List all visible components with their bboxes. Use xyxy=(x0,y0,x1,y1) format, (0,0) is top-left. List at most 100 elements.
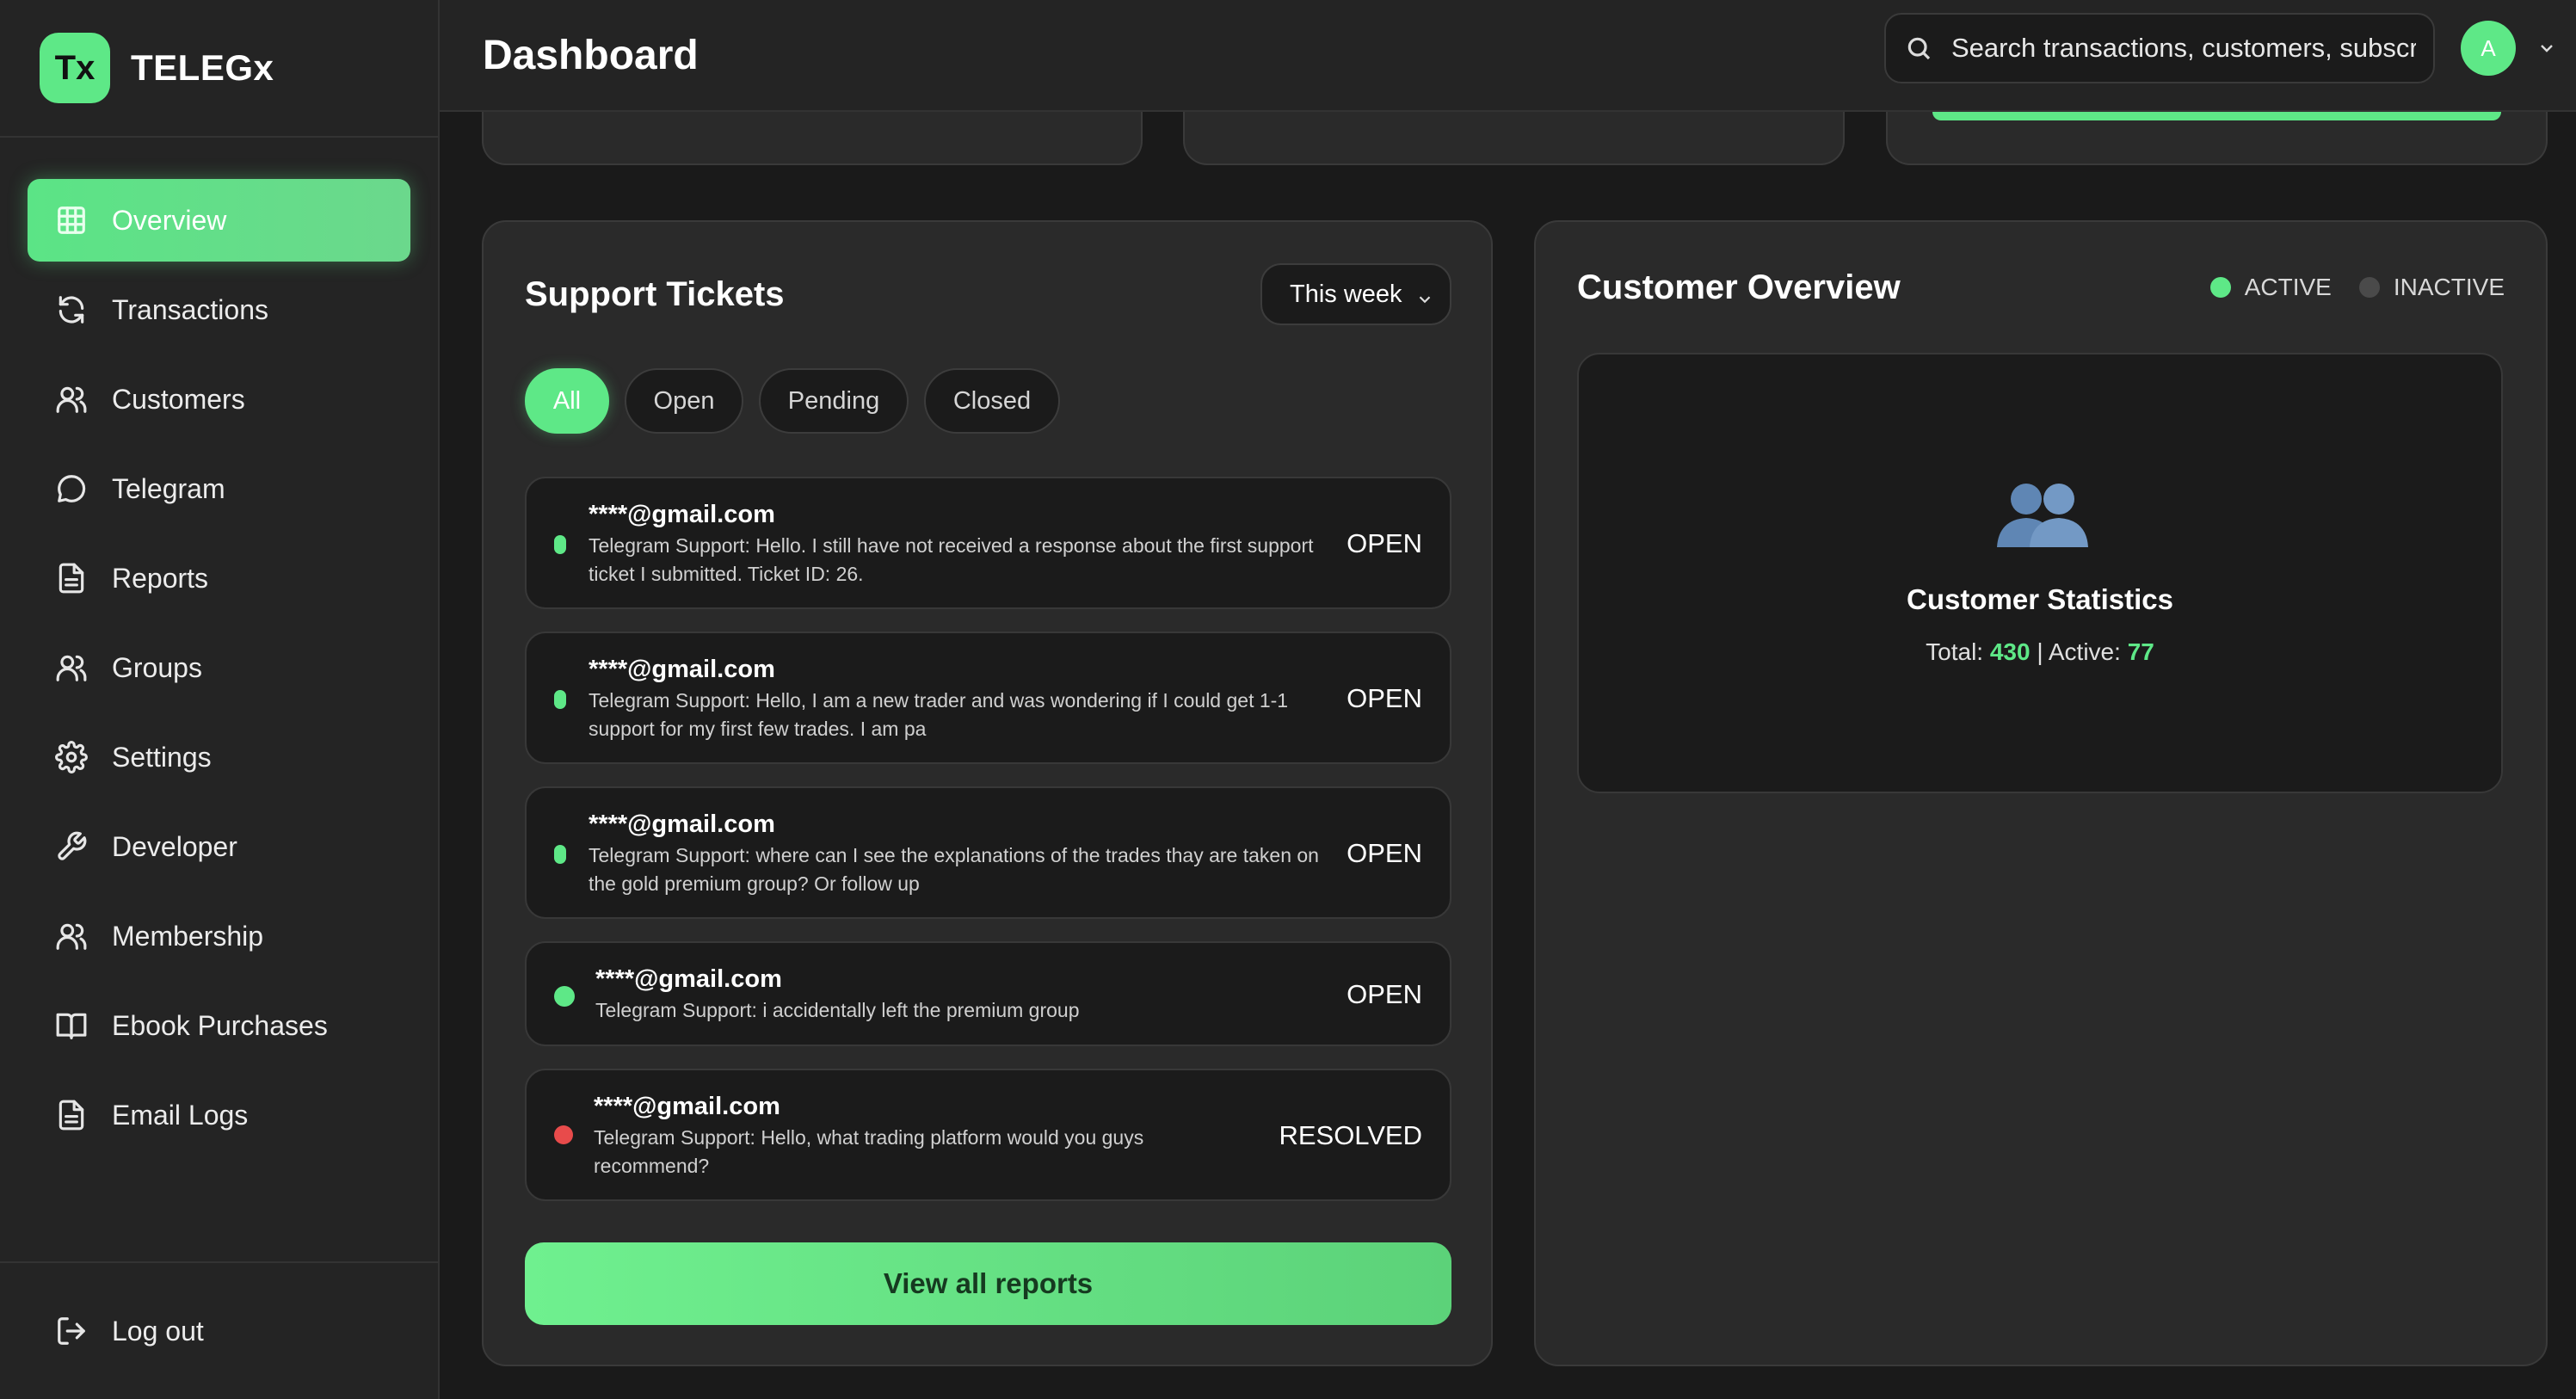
filter-all[interactable]: All xyxy=(525,368,609,434)
sidebar-item-ebook-purchases[interactable]: Ebook Purchases xyxy=(28,984,410,1067)
card-action-button[interactable] xyxy=(1932,112,2501,120)
ticket-status: RESOLVED xyxy=(1279,1120,1422,1150)
sidebar-item-overview[interactable]: Overview xyxy=(28,179,410,262)
ticket-email: ****@gmail.com xyxy=(589,501,775,528)
ticket-email: ****@gmail.com xyxy=(589,810,775,838)
sidebar-item-transactions[interactable]: Transactions xyxy=(28,268,410,351)
status-dot xyxy=(554,1125,573,1144)
inactive-dot xyxy=(2358,277,2380,298)
sidebar-footer: Log out xyxy=(0,1261,438,1399)
users-icon xyxy=(55,920,88,952)
gear-icon xyxy=(55,741,88,773)
ticket-message: Telegram Support: where can I see the ex… xyxy=(589,844,1319,895)
chevron-down-icon[interactable] xyxy=(2536,38,2557,59)
refresh-icon xyxy=(55,293,88,326)
sidebar-item-email-logs[interactable]: Email Logs xyxy=(28,1074,410,1156)
ticket-status: OPEN xyxy=(1347,979,1422,1009)
stats-line: Total: 430 | Active: 77 xyxy=(1579,638,2501,666)
document-icon xyxy=(55,1099,88,1131)
sidebar-item-label: Settings xyxy=(112,741,212,773)
people-icon xyxy=(1997,484,2088,547)
chevron-down-icon xyxy=(1415,287,1434,306)
sidebar-item-developer[interactable]: Developer xyxy=(28,805,410,888)
sidebar-item-label: Email Logs xyxy=(112,1099,249,1131)
sidebar-item-reports[interactable]: Reports xyxy=(28,537,410,619)
active-label: Active: xyxy=(2048,638,2121,665)
ticket-filters: All Open Pending Closed xyxy=(525,368,1075,434)
filter-closed[interactable]: Closed xyxy=(924,368,1060,434)
sidebar-item-label: Overview xyxy=(112,204,227,236)
ticket-item[interactable]: ****@gmail.com Telegram Support: Hello, … xyxy=(525,632,1451,764)
support-tickets-panel: Support Tickets This week All Open Pendi… xyxy=(482,220,1493,1366)
app-root: Tx TELEGx Overview Transactions Customer… xyxy=(0,0,2576,1399)
ticket-message: Telegram Support: Hello. I still have no… xyxy=(589,534,1314,585)
logout-icon xyxy=(55,1315,88,1347)
separator: | xyxy=(2037,638,2043,665)
sidebar-item-label: Developer xyxy=(112,830,237,862)
sidebar-nav: Overview Transactions Customers Telegram xyxy=(0,138,438,1156)
period-select[interactable]: This week xyxy=(1260,263,1451,325)
status-dot xyxy=(554,690,566,709)
wrench-icon xyxy=(55,830,88,863)
sidebar-item-label: Customers xyxy=(112,383,245,415)
active-value: 77 xyxy=(2127,638,2154,665)
ticket-message: Telegram Support: i accidentally left th… xyxy=(595,999,1080,1021)
status-dot xyxy=(554,845,566,864)
sidebar-item-label: Telegram xyxy=(112,472,225,504)
legend-active-label: ACTIVE xyxy=(2244,274,2332,300)
status-dot xyxy=(554,986,575,1007)
chat-bubble-icon xyxy=(55,472,88,505)
legend-active[interactable]: ACTIVE xyxy=(2209,274,2332,301)
top-header: Dashboard A xyxy=(440,0,2576,112)
sidebar-item-settings[interactable]: Settings xyxy=(28,716,410,798)
sidebar-item-customers[interactable]: Customers xyxy=(28,358,410,441)
ticket-item[interactable]: ****@gmail.com Telegram Support: where c… xyxy=(525,786,1451,919)
legend-inactive-label: INACTIVE xyxy=(2393,274,2505,300)
search-bar[interactable] xyxy=(1884,13,2435,83)
brand[interactable]: Tx TELEGx xyxy=(0,0,438,138)
book-icon xyxy=(55,1009,88,1042)
ticket-item[interactable]: ****@gmail.com Telegram Support: i accid… xyxy=(525,941,1451,1046)
stats-title: Customer Statistics xyxy=(1907,583,2173,615)
sidebar-item-label: Groups xyxy=(112,651,202,683)
ticket-status: OPEN xyxy=(1347,838,1422,868)
brand-name: TELEGx xyxy=(131,47,274,88)
document-icon xyxy=(55,562,88,595)
sidebar-item-telegram[interactable]: Telegram xyxy=(28,447,410,530)
ticket-item[interactable]: ****@gmail.com Telegram Support: Hello. … xyxy=(525,477,1451,609)
total-label: Total: xyxy=(1926,638,1984,665)
page-title: Dashboard xyxy=(483,32,699,78)
legend-inactive[interactable]: INACTIVE xyxy=(2358,274,2505,301)
search-input[interactable] xyxy=(1951,33,2416,64)
ticket-email: ****@gmail.com xyxy=(595,965,782,993)
sidebar-item-label: Membership xyxy=(112,920,264,952)
ticket-item[interactable]: ****@gmail.com Telegram Support: Hello, … xyxy=(525,1069,1451,1201)
sidebar: Tx TELEGx Overview Transactions Customer… xyxy=(0,0,440,1399)
logout-button[interactable]: Log out xyxy=(28,1290,406,1372)
avatar[interactable]: A xyxy=(2461,21,2516,76)
view-all-reports-button[interactable]: View all reports xyxy=(525,1242,1451,1325)
sidebar-item-groups[interactable]: Groups xyxy=(28,626,410,709)
ticket-message: Telegram Support: Hello, I am a new trad… xyxy=(589,689,1289,740)
ticket-status: OPEN xyxy=(1347,528,1422,558)
ticket-message: Telegram Support: Hello, what trading pl… xyxy=(594,1126,1144,1177)
customer-overview-panel: Customer Overview ACTIVE INACTIVE Custom… xyxy=(1534,220,2548,1366)
users-icon xyxy=(55,651,88,684)
customer-stats-card: Customer Statistics Total: 430 | Active:… xyxy=(1577,353,2503,793)
filter-pending[interactable]: Pending xyxy=(759,368,909,434)
support-tickets-title: Support Tickets xyxy=(525,275,785,313)
legend: ACTIVE INACTIVE xyxy=(2183,274,2505,301)
sidebar-item-membership[interactable]: Membership xyxy=(28,895,410,977)
logout-label: Log out xyxy=(112,1315,204,1347)
search-icon xyxy=(1907,37,1931,60)
total-value: 430 xyxy=(1989,638,2031,665)
filter-open[interactable]: Open xyxy=(625,368,743,434)
ticket-email: ****@gmail.com xyxy=(589,656,775,683)
users-icon xyxy=(55,383,88,416)
ticket-email: ****@gmail.com xyxy=(594,1093,780,1120)
customer-overview-title: Customer Overview xyxy=(1577,268,1901,306)
grid-icon xyxy=(55,204,88,237)
ticket-status: OPEN xyxy=(1347,683,1422,713)
period-select-value: This week xyxy=(1290,280,1402,308)
sidebar-item-label: Reports xyxy=(112,562,209,594)
